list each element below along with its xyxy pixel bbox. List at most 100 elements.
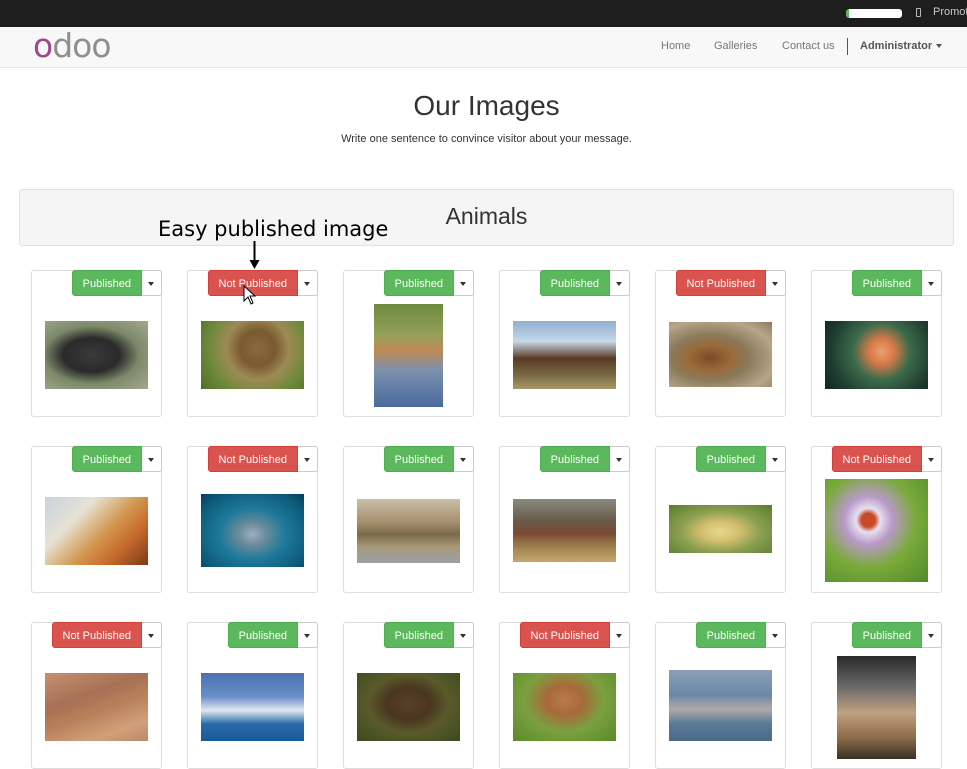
published-button[interactable]: Published <box>539 270 610 296</box>
published-button[interactable]: Published <box>695 446 766 472</box>
image-card[interactable]: Published <box>811 622 942 769</box>
published-button[interactable]: Published <box>71 446 142 472</box>
animal-photo[interactable] <box>669 322 772 387</box>
status-dropdown-toggle[interactable] <box>610 622 630 648</box>
publish-status-group: Published <box>227 622 318 648</box>
odoo-logo[interactable]: odoo <box>33 29 112 63</box>
progress-pill <box>846 9 902 18</box>
status-dropdown-toggle[interactable] <box>766 622 786 648</box>
published-button[interactable]: Published <box>383 270 454 296</box>
published-button[interactable]: Published <box>383 446 454 472</box>
animal-photo[interactable] <box>825 479 928 582</box>
image-card[interactable]: Not Published <box>499 622 630 769</box>
published-button[interactable]: Published <box>695 622 766 648</box>
not-published-button[interactable]: Not Published <box>675 270 766 296</box>
image-card[interactable]: Published <box>31 446 162 593</box>
status-dropdown-toggle[interactable] <box>922 270 942 296</box>
status-dropdown-toggle[interactable] <box>610 446 630 472</box>
not-published-button[interactable]: Not Published <box>519 622 610 648</box>
chevron-down-icon <box>616 282 622 286</box>
status-dropdown-toggle[interactable] <box>454 446 474 472</box>
published-button[interactable]: Published <box>851 270 922 296</box>
image-card[interactable]: Not Published <box>187 446 318 593</box>
image-card[interactable]: Not Published <box>31 622 162 769</box>
not-published-button[interactable]: Not Published <box>831 446 922 472</box>
animal-photo[interactable] <box>45 673 148 741</box>
chevron-down-icon <box>304 282 310 286</box>
published-button[interactable]: Published <box>539 446 610 472</box>
image-card[interactable]: Published <box>499 270 630 417</box>
status-dropdown-toggle[interactable] <box>610 270 630 296</box>
animal-photo[interactable] <box>513 499 616 562</box>
animal-photo[interactable] <box>45 497 148 565</box>
image-card[interactable]: Published <box>31 270 162 417</box>
status-dropdown-toggle[interactable] <box>298 270 318 296</box>
published-button[interactable]: Published <box>383 622 454 648</box>
status-dropdown-toggle[interactable] <box>454 622 474 648</box>
published-button[interactable]: Published <box>71 270 142 296</box>
animal-photo[interactable] <box>201 673 304 741</box>
user-menu[interactable]: Administrator <box>860 40 943 52</box>
page-title: Our Images <box>413 90 560 121</box>
status-dropdown-toggle[interactable] <box>766 446 786 472</box>
chevron-down-icon <box>148 282 154 286</box>
publish-status-group: Published <box>71 446 162 472</box>
publish-status-group: Not Published <box>519 622 630 648</box>
not-published-button[interactable]: Not Published <box>51 622 142 648</box>
nav-contact-us[interactable]: Contact us <box>782 40 835 52</box>
image-card[interactable]: Published <box>811 270 942 417</box>
mouse-cursor-icon <box>243 285 257 305</box>
image-card[interactable]: Published <box>655 446 786 593</box>
animal-photo[interactable] <box>669 670 772 741</box>
animal-photo[interactable] <box>201 494 304 567</box>
image-card[interactable]: Published <box>343 446 474 593</box>
chevron-down-icon <box>928 634 934 638</box>
status-dropdown-toggle[interactable] <box>142 446 162 472</box>
chevron-down-icon <box>772 634 778 638</box>
nav-divider <box>847 38 848 55</box>
annotation-arrow-icon <box>249 241 260 269</box>
mobile-preview-icon[interactable] <box>916 8 921 17</box>
nav-galleries[interactable]: Galleries <box>714 40 757 52</box>
status-dropdown-toggle[interactable] <box>922 622 942 648</box>
animal-photo[interactable] <box>357 673 460 741</box>
status-dropdown-toggle[interactable] <box>298 622 318 648</box>
image-card[interactable]: Published <box>187 622 318 769</box>
animal-photo[interactable] <box>45 321 148 389</box>
animal-photo[interactable] <box>374 304 443 407</box>
nav-home[interactable]: Home <box>661 40 690 52</box>
status-dropdown-toggle[interactable] <box>142 270 162 296</box>
publish-status-group: Published <box>71 270 162 296</box>
publish-status-group: Not Published <box>207 446 318 472</box>
animal-photo[interactable] <box>201 321 304 389</box>
chevron-down-icon <box>148 458 154 462</box>
animal-photo[interactable] <box>837 656 916 759</box>
published-button[interactable]: Published <box>851 622 922 648</box>
not-published-button[interactable]: Not Published <box>207 446 298 472</box>
image-card[interactable]: Published <box>499 446 630 593</box>
animal-photo[interactable] <box>669 505 772 553</box>
status-dropdown-toggle[interactable] <box>142 622 162 648</box>
image-card[interactable]: Not Published <box>811 446 942 593</box>
page-subtitle: Write one sentence to convince visitor a… <box>341 133 632 145</box>
image-card[interactable]: Published <box>655 622 786 769</box>
image-card[interactable]: Published <box>343 622 474 769</box>
animal-photo[interactable] <box>357 499 460 563</box>
chevron-down-icon <box>936 44 943 49</box>
publish-status-group: Not Published <box>207 270 318 296</box>
published-button[interactable]: Published <box>227 622 298 648</box>
publish-status-group: Published <box>383 446 474 472</box>
status-dropdown-toggle[interactable] <box>922 446 942 472</box>
chevron-down-icon <box>616 634 622 638</box>
promote-menu[interactable]: Promot <box>933 6 967 18</box>
status-dropdown-toggle[interactable] <box>454 270 474 296</box>
status-dropdown-toggle[interactable] <box>298 446 318 472</box>
animal-photo[interactable] <box>513 321 616 389</box>
animal-photo[interactable] <box>825 321 928 389</box>
section-title: Animals <box>445 203 528 229</box>
animal-photo[interactable] <box>513 673 616 741</box>
image-card[interactable]: Published <box>343 270 474 417</box>
status-dropdown-toggle[interactable] <box>766 270 786 296</box>
publish-status-group: Published <box>695 446 786 472</box>
image-card[interactable]: Not Published <box>655 270 786 417</box>
